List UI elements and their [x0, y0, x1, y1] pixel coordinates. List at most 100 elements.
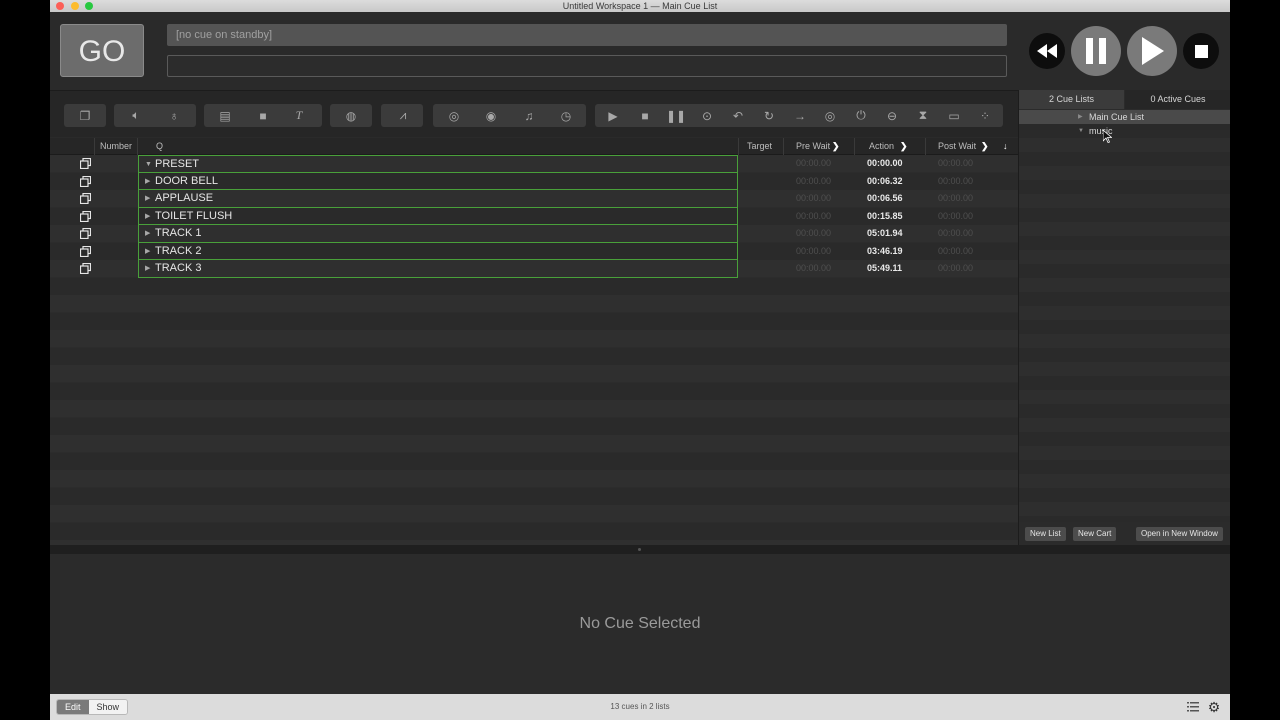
column-postwait[interactable]: Post Wait — [938, 138, 976, 155]
tab-active-cues[interactable]: 0 Active Cues — [1125, 90, 1230, 109]
cue-action[interactable]: 05:01.94 — [867, 225, 903, 242]
target-cue-icon[interactable]: ◎ — [815, 104, 845, 127]
pause-cue-icon[interactable]: ❚❚ — [661, 104, 691, 127]
cue-action[interactable]: 03:46.19 — [867, 243, 903, 260]
cue-postwait[interactable]: 00:00.00 — [938, 208, 973, 225]
list-view-icon[interactable] — [1186, 700, 1200, 714]
group-cue-icon — [80, 263, 91, 274]
cue-row-applause[interactable]: ▶ APPLAUSE 00:00.00 00:06.56 00:00.00 — [50, 190, 1018, 208]
column-target[interactable]: Target — [747, 138, 772, 155]
reset-cue-icon[interactable]: ↶ — [723, 104, 753, 127]
split-divider[interactable] — [50, 545, 1230, 554]
mic-cue-icon[interactable]: ♁ — [159, 104, 189, 127]
cue-prewait[interactable]: 00:00.00 — [796, 155, 831, 172]
disclosure-right-icon[interactable]: ▶ — [145, 173, 150, 190]
go-button[interactable]: GO — [60, 24, 144, 77]
disclosure-right-icon[interactable]: ▶ — [1078, 110, 1083, 124]
group-cue-icon — [80, 245, 91, 257]
action-chevron-icon[interactable]: ❯ — [900, 138, 908, 155]
disclosure-right-icon[interactable]: ▶ — [145, 260, 150, 277]
column-prewait[interactable]: Pre Wait — [796, 138, 830, 155]
group-cue-icon[interactable]: ❐ — [70, 104, 100, 127]
sidebar-item-main-cue-list[interactable]: ▶ Main Cue List — [1019, 110, 1230, 124]
cue-name-cell[interactable]: ▶ TRACK 3 — [138, 260, 738, 278]
midi-file-cue-icon[interactable]: ♫ — [514, 104, 544, 127]
wait-cue-icon[interactable]: ⧗ — [908, 104, 938, 127]
column-q[interactable]: Q — [156, 138, 163, 155]
cue-postwait[interactable]: 00:00.00 — [938, 155, 973, 172]
cue-prewait[interactable]: 00:00.00 — [796, 190, 831, 207]
cue-name-cell[interactable]: ▶ APPLAUSE — [138, 190, 738, 208]
new-cart-button[interactable]: New Cart — [1073, 527, 1117, 541]
memo-cue-icon[interactable]: ▭ — [939, 104, 969, 127]
prewait-chevron-icon[interactable]: ❯ — [832, 138, 840, 155]
cue-postwait[interactable]: 00:00.00 — [938, 225, 973, 242]
devamp-cue-icon[interactable]: ↻ — [754, 104, 784, 127]
tab-cue-lists[interactable]: 2 Cue Lists — [1019, 90, 1124, 109]
fade-cue-icon[interactable]: ⩘ — [388, 104, 418, 127]
network-cue-icon[interactable]: ◎ — [439, 104, 469, 127]
goto-cue-icon[interactable]: → — [785, 104, 815, 127]
cue-row-track-1[interactable]: ▶ TRACK 1 00:00.00 05:01.94 00:00.00 — [50, 225, 1018, 243]
disclosure-right-icon[interactable]: ▶ — [145, 208, 150, 225]
light-cue-icon[interactable]: ◍ — [336, 104, 366, 127]
cue-action[interactable]: 00:00.00 — [867, 155, 903, 172]
text-cue-icon[interactable]: T — [284, 104, 314, 127]
open-in-new-window-button[interactable]: Open in New Window — [1136, 527, 1223, 541]
cue-postwait[interactable]: 00:00.00 — [938, 173, 973, 190]
cue-row-toilet-flush[interactable]: ▶ TOILET FLUSH 00:00.00 00:15.85 00:00.0… — [50, 207, 1018, 225]
cue-name-cell[interactable]: ▼ PRESET — [138, 155, 738, 173]
arm-cue-icon[interactable]: ⏻ — [846, 104, 876, 127]
rewind-button[interactable] — [1029, 33, 1065, 69]
cue-row-track-2[interactable]: ▶ TRACK 2 00:00.00 03:46.19 00:00.00 — [50, 242, 1018, 260]
camera-cue-icon[interactable]: ■ — [248, 104, 278, 127]
video-cue-icon[interactable]: ▤ — [210, 104, 240, 127]
column-action[interactable]: Action — [869, 138, 894, 155]
disclosure-right-icon[interactable]: ▶ — [145, 190, 150, 207]
gear-icon[interactable]: ⚙ — [1207, 699, 1221, 715]
cue-postwait[interactable]: 00:00.00 — [938, 190, 973, 207]
audio-cue-icon[interactable]: 🔈︎ — [121, 104, 151, 127]
postwait-chevron-icon[interactable]: ❯ — [981, 138, 989, 155]
start-cue-icon[interactable]: ▶ — [598, 104, 628, 127]
cue-prewait[interactable]: 00:00.00 — [796, 243, 831, 260]
midi-cue-icon[interactable]: ◉ — [476, 104, 506, 127]
cue-action[interactable]: 00:06.32 — [867, 173, 903, 190]
cue-name-cell[interactable]: ▶ TOILET FLUSH — [138, 207, 738, 225]
cue-prewait[interactable]: 00:00.00 — [796, 260, 831, 277]
resume-all-button[interactable] — [1127, 26, 1177, 76]
sidebar-item-music[interactable]: ▼ music — [1019, 124, 1230, 143]
load-cue-icon[interactable]: ⊙ — [692, 104, 722, 127]
column-separator — [137, 138, 138, 155]
cue-name-cell[interactable]: ▶ DOOR BELL — [138, 172, 738, 190]
cue-prewait[interactable]: 00:00.00 — [796, 173, 831, 190]
cue-row-track-3[interactable]: ▶ TRACK 3 00:00.00 05:49.11 00:00.00 — [50, 260, 1018, 278]
disclosure-right-icon[interactable]: ▶ — [145, 243, 150, 260]
cue-prewait[interactable]: 00:00.00 — [796, 208, 831, 225]
cue-action[interactable]: 05:49.11 — [867, 260, 902, 277]
drag-handle-icon[interactable] — [638, 548, 641, 551]
disclosure-right-icon[interactable]: ▶ — [145, 225, 150, 242]
cue-name-cell[interactable]: ▶ TRACK 1 — [138, 225, 738, 243]
cue-postwait[interactable]: 00:00.00 — [938, 260, 973, 277]
script-cue-icon[interactable]: ⁘ — [970, 104, 1000, 127]
cue-name-cell[interactable]: ▶ TRACK 2 — [138, 242, 738, 260]
continue-arrow-icon[interactable]: ↓ — [1003, 138, 1008, 155]
disarm-cue-icon[interactable]: ⊖ — [877, 104, 907, 127]
cue-prewait[interactable]: 00:00.00 — [796, 225, 831, 242]
pause-all-button[interactable] — [1071, 26, 1121, 76]
new-list-button[interactable]: New List — [1025, 527, 1066, 541]
disclosure-down-icon[interactable]: ▼ — [145, 156, 152, 173]
cue-postwait[interactable]: 00:00.00 — [938, 243, 973, 260]
disclosure-down-icon[interactable]: ▼ — [1078, 124, 1084, 138]
timecode-cue-icon[interactable]: ◷ — [551, 104, 581, 127]
column-number[interactable]: Number — [100, 138, 132, 155]
column-separator — [94, 138, 95, 155]
stop-cue-icon[interactable]: ■ — [630, 104, 660, 127]
cue-row-door-bell[interactable]: ▶ DOOR BELL 00:00.00 00:06.32 00:00.00 — [50, 172, 1018, 190]
cue-row-preset[interactable]: ▼ PRESET 00:00.00 00:00.00 00:00.00 — [50, 155, 1018, 173]
stop-all-button[interactable] — [1183, 33, 1219, 69]
cue-action[interactable]: 00:06.56 — [867, 190, 903, 207]
cue-action[interactable]: 00:15.85 — [867, 208, 903, 225]
cue-notes-field[interactable] — [167, 55, 1007, 77]
